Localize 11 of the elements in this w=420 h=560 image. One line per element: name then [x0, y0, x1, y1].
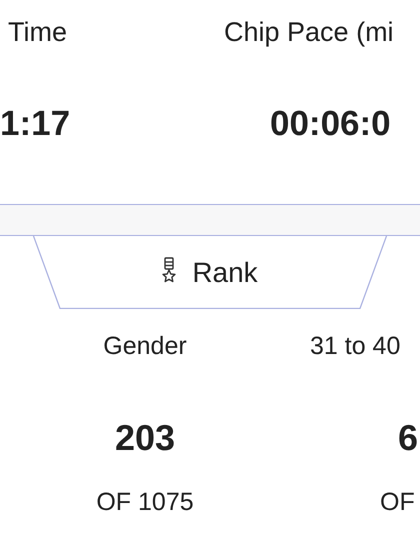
rank-label: 31 to 40: [310, 331, 400, 362]
stat-value: 00:06:0: [270, 103, 391, 145]
rank-value: 203: [114, 416, 176, 460]
rank-value: 6: [398, 416, 418, 460]
rank-total: OF 1075: [96, 487, 194, 518]
stat-label: Chip Pace (mi: [224, 16, 394, 49]
stat-label: Time: [8, 16, 67, 49]
rank-label: Gender: [103, 331, 187, 362]
rank-tab[interactable]: Rank: [33, 236, 387, 309]
stat-value: 1:17: [0, 103, 70, 145]
rank-total: OF: [380, 487, 415, 518]
